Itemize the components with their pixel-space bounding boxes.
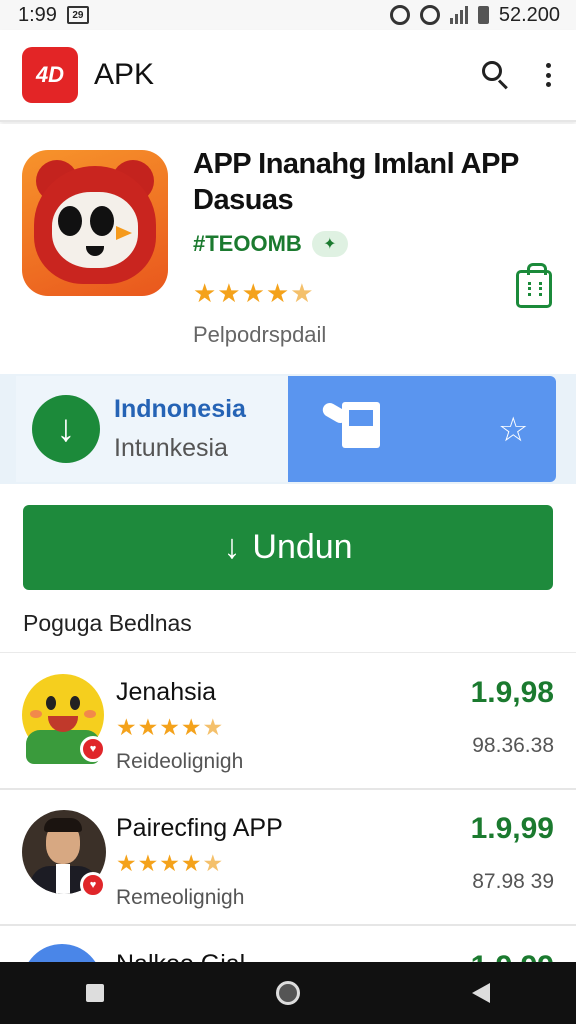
list-item-avatar	[22, 944, 102, 964]
list-item-subtitle: Remeolignigh	[116, 886, 245, 909]
kiosk-icon	[320, 398, 384, 454]
app-name: APP Inanahg Imlanl APP Dasuas	[193, 148, 519, 216]
app-subtitle: Pelpodrspdail	[193, 322, 327, 347]
list-item-rating-stars: ★★★★★	[116, 714, 225, 740]
list-item[interactable]: Nalkoo Gial 1.9,99	[0, 926, 576, 964]
app-logo[interactable]: 4D	[22, 47, 78, 103]
list-item[interactable]: ♥ Pairecfing APP ★★★★★ Remeolignigh 1.9,…	[0, 790, 576, 926]
list-item-subtitle: Reideolignigh	[116, 750, 244, 773]
divider	[0, 652, 576, 653]
list-item[interactable]: ♥ Jenahsia ★★★★★ Reideolignigh 1.9,98 98…	[0, 654, 576, 790]
list-item-name: Pairecfing APP	[116, 814, 283, 842]
app-badge-icon: ♥	[80, 736, 106, 762]
list-item-meta: 98.36.38	[472, 734, 554, 757]
install-button[interactable]: ↓ Undun	[23, 505, 553, 590]
recents-icon[interactable]	[86, 984, 104, 1002]
search-icon[interactable]	[476, 55, 516, 95]
star-outline-icon[interactable]: ☆	[498, 410, 528, 450]
banner-subtitle: Intunkesia	[114, 434, 228, 462]
battery-icon	[477, 6, 489, 24]
rating-stars: ★★★★★	[193, 278, 315, 308]
app-badge-icon: ♥	[80, 872, 106, 898]
app-bar: 4D APK	[0, 30, 576, 122]
more-vert-icon[interactable]	[542, 59, 554, 91]
list-item-avatar: ♥	[22, 674, 106, 766]
signal-icon	[449, 6, 468, 24]
back-icon[interactable]	[472, 983, 490, 1003]
editors-choice-icon: ✦	[311, 231, 348, 257]
app-detail-header: APP Inanahg Imlanl APP Dasuas #TEOOMB ✦ …	[0, 124, 576, 374]
download-circle-icon: ↓	[32, 395, 100, 463]
banner-title: Indnonesia	[114, 395, 246, 423]
status-bar: 1:99 29 52.200	[0, 0, 576, 30]
banner-feature-card[interactable]: ☆	[288, 376, 556, 482]
promo-banner: ↓ Indnonesia Intunkesia ☆	[0, 374, 576, 484]
list-item-price: 1.9,98	[470, 676, 554, 709]
download-arrow-icon: ↓	[223, 528, 241, 566]
developer-name[interactable]: #TEOOMB	[193, 231, 302, 257]
install-button-label: Undun	[252, 528, 353, 566]
list-item-name: Jenahsia	[116, 678, 217, 706]
section-title: Poguga Bedlnas	[23, 610, 192, 636]
status-time: 1:99	[18, 3, 57, 26]
developer-link[interactable]: #TEOOMB ✦	[193, 231, 348, 257]
alarm-icon	[389, 5, 410, 25]
banner-download-card[interactable]: ↓ Indnonesia Intunkesia	[16, 376, 288, 482]
notification-icon: 29	[66, 6, 89, 24]
list-item-avatar: ♥	[22, 810, 106, 902]
home-icon[interactable]	[276, 981, 300, 1005]
system-nav-bar	[0, 962, 576, 1024]
wifi-icon	[419, 5, 440, 25]
app-icon	[22, 150, 168, 296]
shopping-bag-icon[interactable]	[516, 263, 552, 308]
app-bar-title: APK	[94, 58, 155, 91]
list-item-meta: 87.98 39	[472, 870, 554, 893]
list-item-price: 1.9,99	[470, 812, 554, 845]
status-clock: 52.200	[498, 3, 560, 26]
list-item-rating-stars: ★★★★★	[116, 850, 225, 876]
